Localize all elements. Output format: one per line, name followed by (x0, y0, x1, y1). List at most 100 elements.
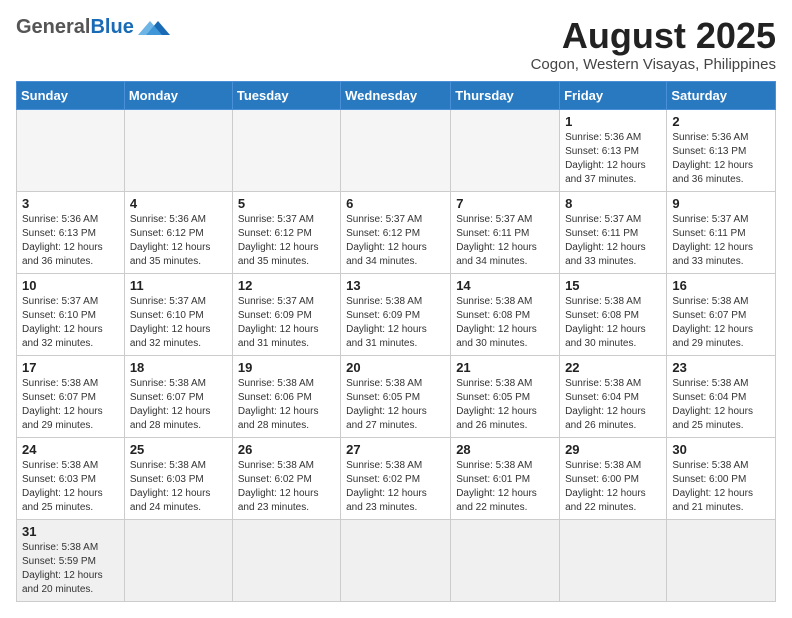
day-number: 24 (22, 442, 119, 457)
day-info: Sunrise: 5:38 AM Sunset: 6:00 PM Dayligh… (565, 459, 661, 515)
day-info: Sunrise: 5:38 AM Sunset: 6:00 PM Dayligh… (672, 459, 770, 515)
day-info: Sunrise: 5:38 AM Sunset: 6:08 PM Dayligh… (456, 295, 554, 351)
logo: GeneralBlue (16, 16, 170, 39)
day-number: 8 (565, 196, 661, 211)
calendar-cell (451, 519, 560, 601)
calendar-cell: 13Sunrise: 5:38 AM Sunset: 6:09 PM Dayli… (341, 273, 451, 355)
day-number: 22 (565, 360, 661, 375)
day-number: 21 (456, 360, 554, 375)
day-number: 10 (22, 278, 119, 293)
calendar-cell: 2 Sunrise: 5:36 AM Sunset: 6:13 PM Daylig… (667, 109, 776, 191)
day-number: 3 (22, 196, 119, 211)
calendar-cell: 14 Sunrise: 5:38 AM Sunset: 6:08 PM Dayli… (451, 273, 560, 355)
calendar-cell: 17 Sunrise: 5:38 AM Sunset: 6:07 PM Dayli… (17, 355, 125, 437)
weekday-header-thursday: Thursday (451, 81, 560, 109)
day-info: Sunrise: 5:37 AM Sunset: 6:11 PM Dayligh… (456, 213, 554, 269)
calendar-cell: 23 Sunrise: 5:38 AM Sunset: 6:04 PM Dayli… (667, 355, 776, 437)
day-number: 5 (238, 196, 335, 211)
day-number: 28 (456, 442, 554, 457)
day-info: Sunrise: 5:37 AM Sunset: 6:11 PM Dayligh… (565, 213, 661, 269)
calendar-cell: 27 Sunrise: 5:38 AM Sunset: 6:02 PM Dayli… (341, 437, 451, 519)
day-number: 12 (238, 278, 335, 293)
calendar-cell: 9 Sunrise: 5:37 AM Sunset: 6:11 PM Daylig… (667, 191, 776, 273)
day-number: 7 (456, 196, 554, 211)
logo-general: GeneralBlue (16, 16, 134, 39)
calendar-cell: 26 Sunrise: 5:38 AM Sunset: 6:02 PM Dayli… (232, 437, 340, 519)
calendar-week-row: 17 Sunrise: 5:38 AM Sunset: 6:07 PM Dayli… (17, 355, 776, 437)
day-number: 6 (346, 196, 445, 211)
day-info: Sunrise: 5:38 AM Sunset: 6:03 PM Dayligh… (130, 459, 227, 515)
day-info: Sunrise: 5:38 AM Sunset: 6:08 PM Dayligh… (565, 295, 661, 351)
day-info: Sunrise: 5:37 AM Sunset: 6:11 PM Dayligh… (672, 213, 770, 269)
day-info: Sunrise: 5:37 AM Sunset: 6:10 PM Dayligh… (130, 295, 227, 351)
calendar-week-row: 3Sunrise: 5:36 AM Sunset: 6:13 PM Daylig… (17, 191, 776, 273)
day-info: Sunrise: 5:38 AM Sunset: 5:59 PM Dayligh… (22, 541, 119, 597)
day-info: Sunrise: 5:38 AM Sunset: 6:04 PM Dayligh… (672, 377, 770, 433)
day-info: Sunrise: 5:38 AM Sunset: 6:02 PM Dayligh… (238, 459, 335, 515)
calendar-cell: 22 Sunrise: 5:38 AM Sunset: 6:04 PM Dayli… (560, 355, 667, 437)
logo-blue: Blue (90, 16, 133, 38)
day-info: Sunrise: 5:38 AM Sunset: 6:07 PM Dayligh… (22, 377, 119, 433)
calendar-cell (451, 109, 560, 191)
calendar-cell: 6 Sunrise: 5:37 AM Sunset: 6:12 PM Daylig… (341, 191, 451, 273)
calendar-cell: 8 Sunrise: 5:37 AM Sunset: 6:11 PM Daylig… (560, 191, 667, 273)
calendar-cell: 21 Sunrise: 5:38 AM Sunset: 6:05 PM Dayli… (451, 355, 560, 437)
day-info: Sunrise: 5:38 AM Sunset: 6:05 PM Dayligh… (456, 377, 554, 433)
day-info: Sunrise: 5:37 AM Sunset: 6:12 PM Dayligh… (346, 213, 445, 269)
day-number: 4 (130, 196, 227, 211)
weekday-header-friday: Friday (560, 81, 667, 109)
day-info: Sunrise: 5:38 AM Sunset: 6:02 PM Dayligh… (346, 459, 445, 515)
day-number: 15 (565, 278, 661, 293)
day-info: Sunrise: 5:38 AM Sunset: 6:03 PM Dayligh… (22, 459, 119, 515)
day-number: 26 (238, 442, 335, 457)
day-info: Sunrise: 5:38 AM Sunset: 6:07 PM Dayligh… (672, 295, 770, 351)
day-number: 9 (672, 196, 770, 211)
calendar-cell: 28 Sunrise: 5:38 AM Sunset: 6:01 PM Dayli… (451, 437, 560, 519)
day-info: Sunrise: 5:38 AM Sunset: 6:04 PM Dayligh… (565, 377, 661, 433)
day-number: 17 (22, 360, 119, 375)
day-info: Sunrise: 5:36 AM Sunset: 6:12 PM Dayligh… (130, 213, 227, 269)
day-number: 1 (565, 114, 661, 129)
day-info: Sunrise: 5:38 AM Sunset: 6:01 PM Dayligh… (456, 459, 554, 515)
weekday-header-sunday: Sunday (17, 81, 125, 109)
title-block: August 2025 Cogon, Western Visayas, Phil… (531, 16, 776, 73)
logo-icon (138, 17, 170, 39)
calendar-week-row: 10 Sunrise: 5:37 AM Sunset: 6:10 PM Dayli… (17, 273, 776, 355)
month-title: August 2025 (531, 16, 776, 56)
day-number: 16 (672, 278, 770, 293)
calendar-cell (124, 519, 232, 601)
day-number: 25 (130, 442, 227, 457)
day-info: Sunrise: 5:37 AM Sunset: 6:12 PM Dayligh… (238, 213, 335, 269)
day-info: Sunrise: 5:36 AM Sunset: 6:13 PM Dayligh… (565, 131, 661, 187)
day-info: Sunrise: 5:38 AM Sunset: 6:07 PM Dayligh… (130, 377, 227, 433)
day-number: 30 (672, 442, 770, 457)
calendar-cell: 3Sunrise: 5:36 AM Sunset: 6:13 PM Daylig… (17, 191, 125, 273)
calendar-cell (232, 109, 340, 191)
day-number: 11 (130, 278, 227, 293)
calendar-cell: 19Sunrise: 5:38 AM Sunset: 6:06 PM Dayli… (232, 355, 340, 437)
day-number: 2 (672, 114, 770, 129)
day-number: 27 (346, 442, 445, 457)
day-info: Sunrise: 5:38 AM Sunset: 6:06 PM Dayligh… (238, 377, 335, 433)
calendar-cell: 7 Sunrise: 5:37 AM Sunset: 6:11 PM Daylig… (451, 191, 560, 273)
calendar-week-row: 24 Sunrise: 5:38 AM Sunset: 6:03 PM Dayli… (17, 437, 776, 519)
day-number: 14 (456, 278, 554, 293)
calendar-cell: 18Sunrise: 5:38 AM Sunset: 6:07 PM Dayli… (124, 355, 232, 437)
day-number: 20 (346, 360, 445, 375)
calendar-cell (232, 519, 340, 601)
day-number: 31 (22, 524, 119, 539)
calendar-cell: 25 Sunrise: 5:38 AM Sunset: 6:03 PM Dayli… (124, 437, 232, 519)
calendar-cell (667, 519, 776, 601)
calendar-cell: 4 Sunrise: 5:36 AM Sunset: 6:12 PM Daylig… (124, 191, 232, 273)
calendar-cell: 15 Sunrise: 5:38 AM Sunset: 6:08 PM Dayli… (560, 273, 667, 355)
calendar-cell: 30 Sunrise: 5:38 AM Sunset: 6:00 PM Dayli… (667, 437, 776, 519)
weekday-header-row: SundayMondayTuesdayWednesdayThursdayFrid… (17, 81, 776, 109)
calendar-cell: 1 Sunrise: 5:36 AM Sunset: 6:13 PM Daylig… (560, 109, 667, 191)
day-number: 23 (672, 360, 770, 375)
calendar-cell: 20Sunrise: 5:38 AM Sunset: 6:05 PM Dayli… (341, 355, 451, 437)
day-info: Sunrise: 5:36 AM Sunset: 6:13 PM Dayligh… (672, 131, 770, 187)
calendar-cell (17, 109, 125, 191)
calendar-cell (560, 519, 667, 601)
calendar-week-row: 1 Sunrise: 5:36 AM Sunset: 6:13 PM Daylig… (17, 109, 776, 191)
calendar-cell: 5 Sunrise: 5:37 AM Sunset: 6:12 PM Daylig… (232, 191, 340, 273)
